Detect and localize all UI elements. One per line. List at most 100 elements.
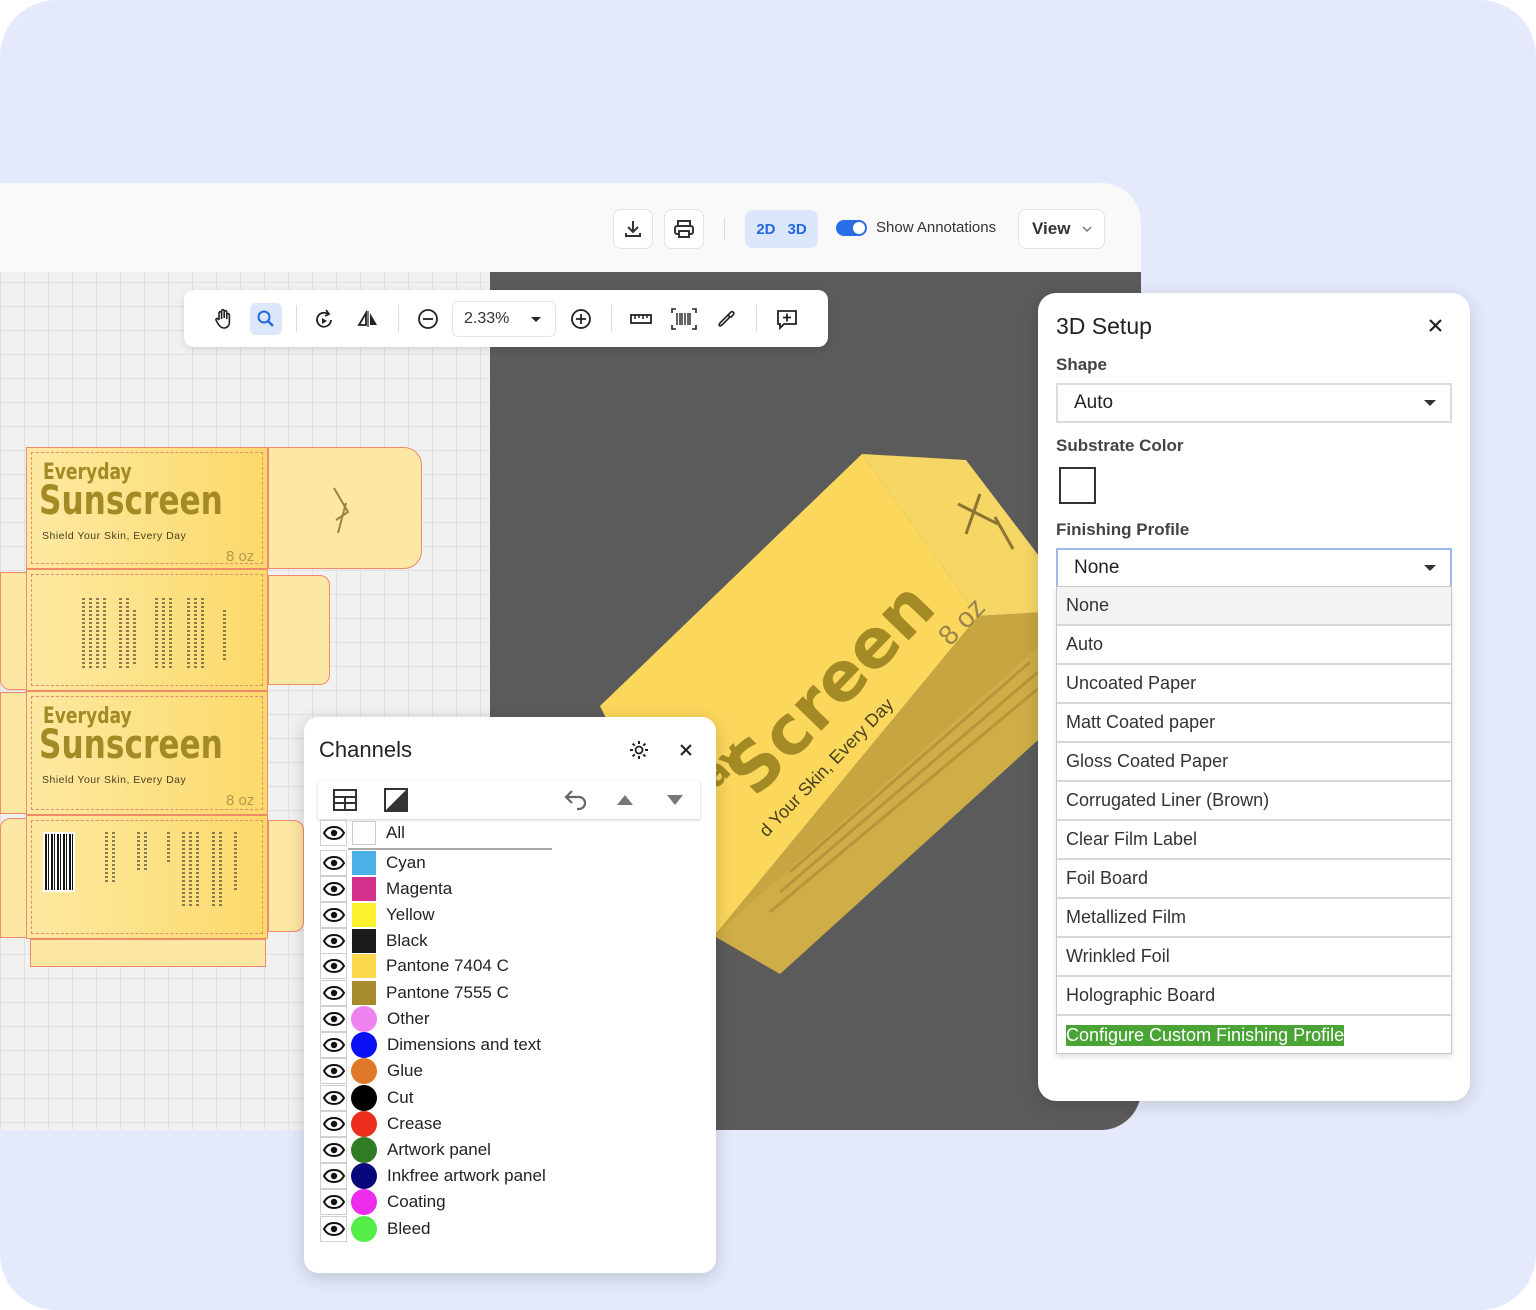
- hand-tool-button[interactable]: [208, 303, 240, 335]
- visibility-toggle[interactable]: [320, 953, 347, 979]
- visibility-toggle[interactable]: [320, 1085, 347, 1111]
- dieline-flap: [0, 818, 28, 938]
- barcode-button[interactable]: [668, 303, 700, 335]
- finishing-profile-select[interactable]: None: [1056, 548, 1452, 588]
- canvas-toolbar: 2.33%: [184, 290, 828, 347]
- finishing-option-label: None: [1066, 595, 1110, 615]
- channel-swatch: [352, 877, 376, 901]
- visibility-toggle[interactable]: [320, 1111, 347, 1137]
- finishing-option[interactable]: Uncoated Paper: [1057, 665, 1451, 704]
- print-button[interactable]: [664, 209, 704, 249]
- shape-label: Shape: [1056, 355, 1108, 374]
- channel-row[interactable]: Pantone 7404 C: [320, 953, 580, 979]
- eye-icon: [322, 1169, 345, 1183]
- signature-mark: [333, 487, 350, 534]
- close-icon[interactable]: [679, 743, 693, 757]
- zoom-out-button[interactable]: [412, 303, 444, 335]
- channel-row[interactable]: Coating: [320, 1189, 580, 1215]
- channel-row[interactable]: Black: [320, 928, 580, 954]
- channel-row[interactable]: Magenta: [320, 876, 580, 902]
- undo-icon[interactable]: [563, 789, 589, 811]
- view-dropdown[interactable]: View: [1018, 209, 1105, 249]
- shape-select[interactable]: Auto: [1056, 383, 1452, 423]
- visibility-toggle[interactable]: [320, 1189, 347, 1215]
- printer-icon: [674, 220, 694, 238]
- visibility-toggle[interactable]: [320, 928, 347, 954]
- channel-row[interactable]: Cut: [320, 1085, 580, 1111]
- finishing-option[interactable]: Gloss Coated Paper: [1057, 743, 1451, 782]
- channel-row[interactable]: Yellow: [320, 902, 580, 928]
- show-annotations-toggle[interactable]: [836, 220, 867, 236]
- channel-row[interactable]: Crease: [320, 1111, 580, 1137]
- visibility-toggle[interactable]: [320, 876, 347, 902]
- brand-name-main: Sunscreen: [39, 478, 223, 524]
- channel-row[interactable]: Bleed: [320, 1216, 580, 1242]
- substrate-color-swatch[interactable]: [1059, 467, 1096, 504]
- channel-row[interactable]: Dimensions and text: [320, 1032, 580, 1058]
- visibility-toggle[interactable]: [320, 902, 347, 928]
- channel-row[interactable]: Inkfree artwork panel: [320, 1163, 580, 1189]
- zoom-tool-button[interactable]: [250, 303, 282, 335]
- finishing-option[interactable]: Corrugated Liner (Brown): [1057, 782, 1451, 821]
- channel-row[interactable]: Other: [320, 1006, 580, 1032]
- finishing-option[interactable]: None: [1057, 587, 1451, 626]
- move-down-icon[interactable]: [666, 794, 684, 806]
- finishing-option-label: Holographic Board: [1066, 985, 1216, 1005]
- channel-swatch: [351, 1032, 377, 1058]
- finishing-option-label: Clear Film Label: [1066, 829, 1198, 849]
- channel-label: Pantone 7404 C: [386, 956, 509, 975]
- caret-down-icon: [1424, 565, 1436, 571]
- separations-grid-icon[interactable]: [333, 789, 357, 811]
- zoom-level-value: 2.33%: [464, 310, 510, 327]
- move-up-icon[interactable]: [616, 794, 634, 806]
- channels-title: Channels: [319, 737, 412, 762]
- visibility-toggle[interactable]: [320, 850, 347, 876]
- visibility-toggle[interactable]: [320, 1058, 347, 1084]
- finishing-profile-options: None Auto Uncoated Paper Matt Coated paper G…: [1056, 586, 1452, 1054]
- mode-3d-button[interactable]: 3D: [788, 221, 807, 238]
- visibility-toggle[interactable]: [320, 980, 347, 1006]
- rotate-button[interactable]: [309, 303, 341, 335]
- channel-row[interactable]: Cyan: [320, 850, 580, 876]
- visibility-toggle[interactable]: [320, 820, 347, 846]
- add-comment-button[interactable]: [771, 303, 803, 335]
- visibility-toggle[interactable]: [320, 1006, 347, 1032]
- visibility-toggle[interactable]: [320, 1137, 347, 1163]
- artwork-panel-front-2: Everyday Sunscreen Shield Your Skin, Eve…: [26, 691, 268, 815]
- channel-row[interactable]: Pantone 7555 C: [320, 980, 580, 1006]
- eyedropper-button[interactable]: [711, 303, 743, 335]
- visibility-toggle[interactable]: [320, 1216, 347, 1242]
- finishing-option[interactable]: Matt Coated paper: [1057, 704, 1451, 743]
- finishing-profile-label: Finishing Profile: [1056, 520, 1190, 539]
- visibility-toggle[interactable]: [320, 1032, 347, 1058]
- channel-label: Artwork panel: [387, 1140, 491, 1159]
- hand-icon: [215, 308, 231, 329]
- channel-row[interactable]: Glue: [320, 1058, 580, 1084]
- channel-label: Cyan: [386, 853, 426, 872]
- toolbar-divider: [724, 218, 725, 240]
- channel-swatch: [351, 1163, 377, 1189]
- channel-row[interactable]: Artwork panel: [320, 1137, 580, 1163]
- contrast-icon[interactable]: [384, 788, 408, 812]
- mode-2d-button[interactable]: 2D: [756, 221, 775, 238]
- ruler-button[interactable]: [625, 303, 657, 335]
- flip-button[interactable]: [352, 303, 384, 335]
- channel-row-all[interactable]: All: [320, 820, 580, 846]
- zoom-in-button[interactable]: [565, 303, 597, 335]
- finishing-option[interactable]: Wrinkled Foil: [1057, 938, 1451, 977]
- close-icon[interactable]: [1429, 319, 1442, 332]
- visibility-toggle[interactable]: [320, 1163, 347, 1189]
- finishing-option[interactable]: Clear Film Label: [1057, 821, 1451, 860]
- finishing-option[interactable]: Auto: [1057, 626, 1451, 665]
- dieline-side-flap: [268, 575, 330, 685]
- download-button[interactable]: [613, 209, 653, 249]
- setup-3d-panel: 3D Setup Shape Auto Substrate Color Fini…: [1038, 293, 1470, 1101]
- finishing-option[interactable]: Holographic Board: [1057, 977, 1451, 1016]
- finishing-option[interactable]: Metallized Film: [1057, 899, 1451, 938]
- eye-icon: [322, 1012, 345, 1026]
- settings-gear-icon[interactable]: [628, 739, 652, 763]
- download-icon: [625, 221, 641, 237]
- zoom-level-select[interactable]: 2.33%: [452, 301, 556, 337]
- finishing-option[interactable]: Configure Custom Finishing Profile: [1057, 1016, 1451, 1055]
- finishing-option[interactable]: Foil Board: [1057, 860, 1451, 899]
